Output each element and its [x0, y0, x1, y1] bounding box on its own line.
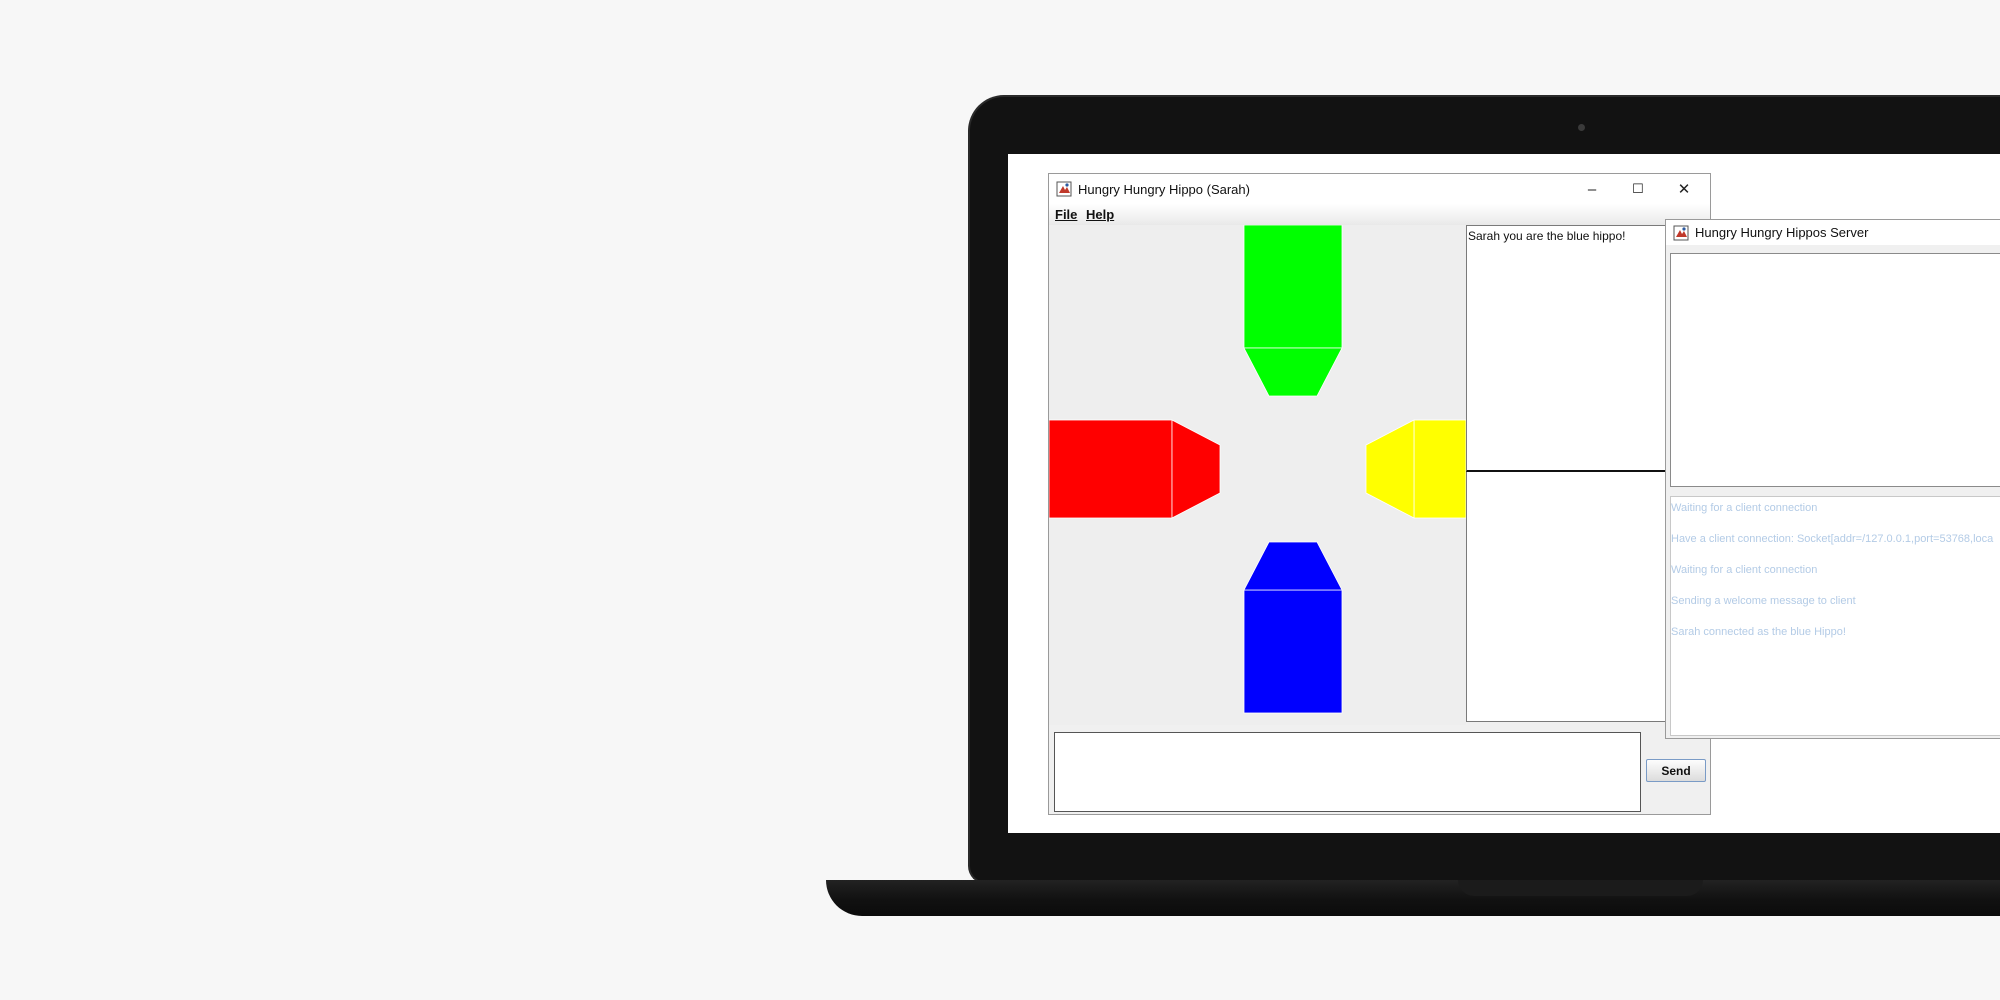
java-app-icon — [1673, 225, 1689, 240]
camera-icon — [1578, 124, 1585, 131]
menu-file[interactable]: File — [1055, 207, 1077, 222]
laptop-base — [826, 880, 2000, 916]
minimize-icon[interactable]: – — [1569, 174, 1615, 204]
client-window-title: Hungry Hungry Hippo (Sarah) — [1078, 181, 1250, 197]
server-window: Hungry Hungry Hippos Server – Waiting fo… — [1665, 219, 2000, 739]
blue-hippo — [1243, 541, 1343, 714]
laptop-screen: Hungry Hungry Hippo (Sarah) – ☐ ✕ File H… — [1008, 154, 2000, 833]
menu-bar: File Help — [1049, 204, 1710, 225]
message-input[interactable] — [1054, 732, 1641, 812]
maximize-icon[interactable]: ☐ — [1615, 174, 1661, 204]
log-line: Waiting for a client connection — [1671, 564, 1818, 576]
menu-help-label: Help — [1086, 207, 1115, 222]
server-window-title: Hungry Hungry Hippos Server — [1695, 225, 1869, 240]
green-hippo — [1243, 225, 1343, 397]
log-line: Waiting for a client connection — [1671, 502, 1818, 514]
menu-file-label: File — [1055, 207, 1078, 222]
log-line: Have a client connection: Socket[addr=/1… — [1671, 533, 1994, 545]
log-line: Sarah connected as the blue Hippo! — [1671, 626, 1846, 638]
chat-lower-panel[interactable] — [1466, 472, 1668, 722]
red-hippo — [1049, 419, 1221, 519]
client-titlebar[interactable]: Hungry Hungry Hippo (Sarah) – ☐ ✕ — [1049, 174, 1710, 204]
server-panel — [1670, 253, 2000, 487]
server-titlebar[interactable]: Hungry Hungry Hippos Server – — [1666, 220, 2000, 245]
close-icon[interactable]: ✕ — [1661, 174, 1707, 204]
send-button[interactable]: Send — [1646, 759, 1706, 782]
yellow-hippo — [1365, 419, 1466, 519]
chat-history[interactable]: Sarah you are the blue hippo! — [1466, 225, 1668, 472]
hippo-board-svg — [1049, 225, 1466, 714]
chat-message: Sarah you are the blue hippo! — [1468, 229, 1626, 243]
log-line: Sending a welcome message to client — [1671, 595, 1856, 607]
client-window: Hungry Hungry Hippo (Sarah) – ☐ ✕ File H… — [1048, 173, 1711, 815]
menu-help[interactable]: Help — [1086, 207, 1114, 222]
java-app-icon — [1056, 181, 1072, 197]
server-log: Waiting for a client connection Have a c… — [1670, 496, 2000, 736]
game-board — [1049, 225, 1466, 725]
laptop-notch — [1458, 880, 1703, 896]
